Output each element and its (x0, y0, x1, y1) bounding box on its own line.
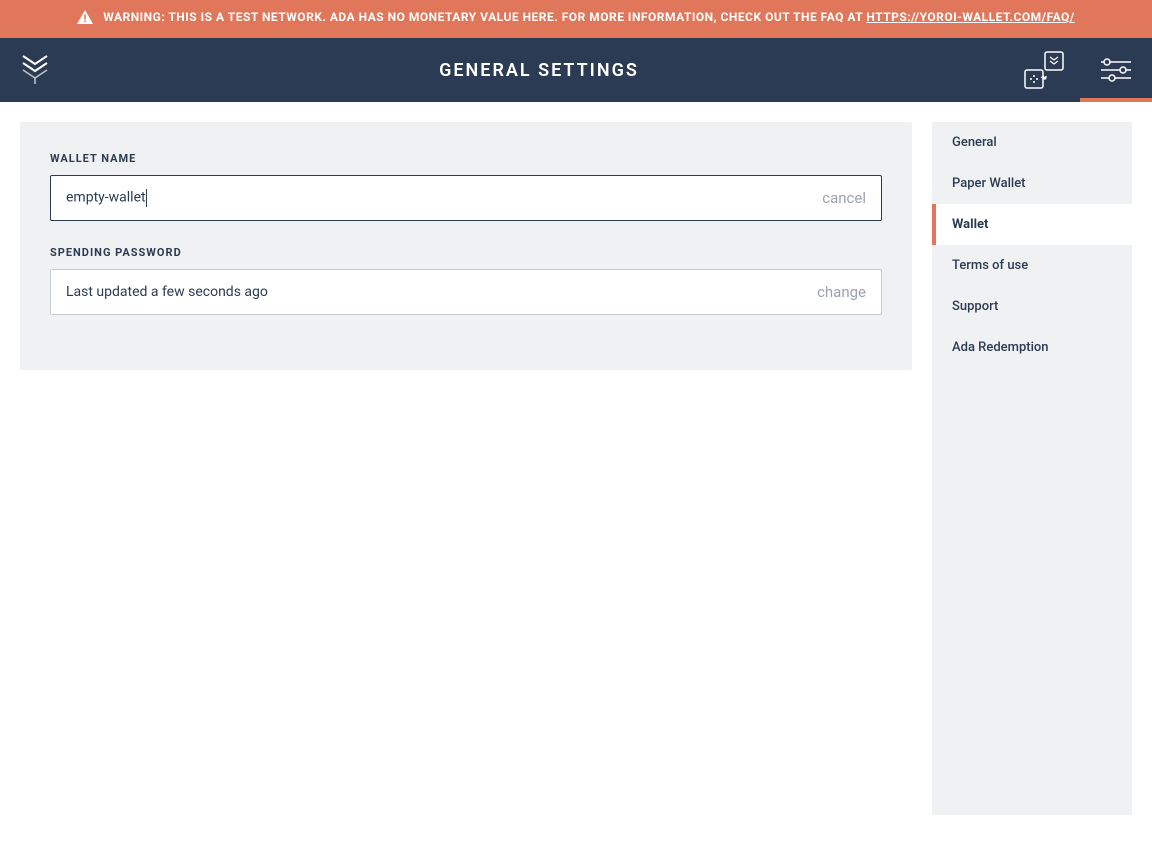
settings-sidebar: General Paper Wallet Wallet Terms of use… (932, 122, 1132, 815)
header-action-settings[interactable] (1080, 38, 1152, 102)
page-title: GENERAL SETTINGS (70, 38, 1008, 102)
warning-text: WARNING: THIS IS A TEST NETWORK. ADA HAS… (103, 10, 866, 24)
sidebar-item-ada-redemption[interactable]: Ada Redemption (932, 327, 1132, 368)
spending-password-label: SPENDING PASSWORD (50, 246, 882, 259)
spending-password-change-button[interactable]: change (817, 283, 866, 301)
sidebar-item-paper-wallet[interactable]: Paper Wallet (932, 163, 1132, 204)
content: WALLET NAME empty-wallet cancel SPENDING… (0, 102, 1152, 835)
header: GENERAL SETTINGS (0, 38, 1152, 102)
wallet-name-field-group: WALLET NAME empty-wallet cancel (50, 152, 882, 221)
warning-link[interactable]: HTTPS://YOROI-WALLET.COM/FAQ/ (866, 10, 1074, 24)
main-panel: WALLET NAME empty-wallet cancel SPENDING… (20, 122, 912, 370)
wallet-name-cancel-button[interactable]: cancel (822, 189, 866, 207)
sidebar-item-wallet[interactable]: Wallet (932, 204, 1132, 245)
wallet-name-label: WALLET NAME (50, 152, 882, 165)
app-logo[interactable] (0, 38, 70, 102)
spending-password-status: Last updated a few seconds ago (66, 284, 807, 300)
text-caret (146, 189, 147, 207)
warning-banner: WARNING: THIS IS A TEST NETWORK. ADA HAS… (0, 0, 1152, 38)
sidebar-item-terms-of-use[interactable]: Terms of use (932, 245, 1132, 286)
warning-icon (77, 10, 93, 30)
spending-password-wrapper: Last updated a few seconds ago change (50, 269, 882, 315)
sidebar-item-support[interactable]: Support (932, 286, 1132, 327)
header-action-daedalus-transfer[interactable] (1008, 38, 1080, 102)
sidebar-item-general[interactable]: General (932, 122, 1132, 163)
warning-text-wrapper: WARNING: THIS IS A TEST NETWORK. ADA HAS… (103, 8, 1075, 27)
wallet-name-input-wrapper[interactable]: empty-wallet cancel (50, 175, 882, 221)
header-actions (1008, 38, 1152, 102)
wallet-name-input[interactable]: empty-wallet (66, 189, 812, 207)
spending-password-field-group: SPENDING PASSWORD Last updated a few sec… (50, 246, 882, 315)
